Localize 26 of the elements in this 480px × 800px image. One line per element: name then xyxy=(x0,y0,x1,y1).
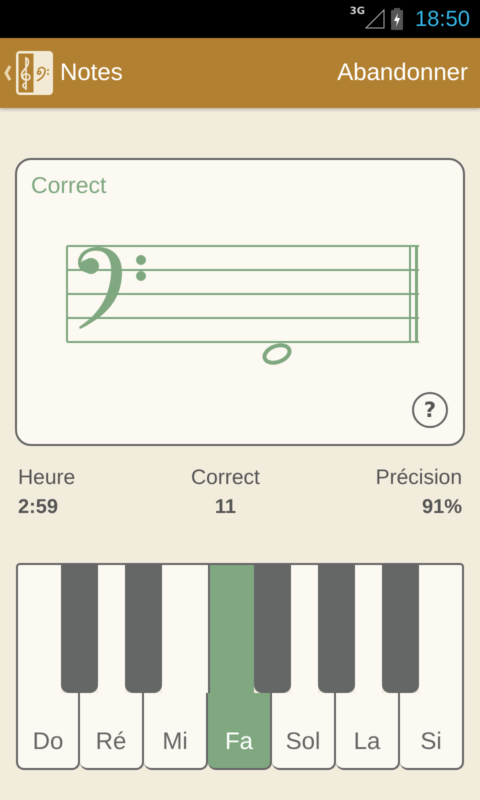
help-button[interactable]: ? xyxy=(412,392,448,428)
sharp-key[interactable] xyxy=(125,563,162,693)
battery-charging-icon xyxy=(390,8,403,30)
signal-icon xyxy=(364,9,385,29)
stat-label: Précision xyxy=(376,466,462,490)
network-label: 3G xyxy=(350,6,365,17)
piano-key-top[interactable] xyxy=(16,563,61,693)
piano-key[interactable]: La xyxy=(336,693,400,770)
sharp-key[interactable] xyxy=(254,563,291,693)
piano-key[interactable]: Ré xyxy=(80,693,144,770)
piano-key[interactable]: Si xyxy=(400,693,464,770)
stat-value: 2:59 xyxy=(18,496,60,519)
stat-value: 91% xyxy=(422,496,462,519)
piano-key-top[interactable] xyxy=(419,563,464,693)
clock: 18:50 xyxy=(414,6,470,32)
stat-value: 11 xyxy=(214,496,236,519)
quit-button[interactable]: Abandonner xyxy=(337,55,468,91)
back-button[interactable]: Notes xyxy=(2,50,123,96)
stat-label: Heure xyxy=(18,466,76,490)
piano-key[interactable]: Do xyxy=(16,693,80,770)
screen-title: Notes xyxy=(60,59,123,87)
piano-key[interactable]: Mi xyxy=(144,693,208,770)
piano-key[interactable]: Sol xyxy=(272,693,336,770)
stat-label: Correct xyxy=(190,466,260,490)
result-label: Correct xyxy=(31,172,106,199)
sharp-key[interactable] xyxy=(318,563,355,693)
